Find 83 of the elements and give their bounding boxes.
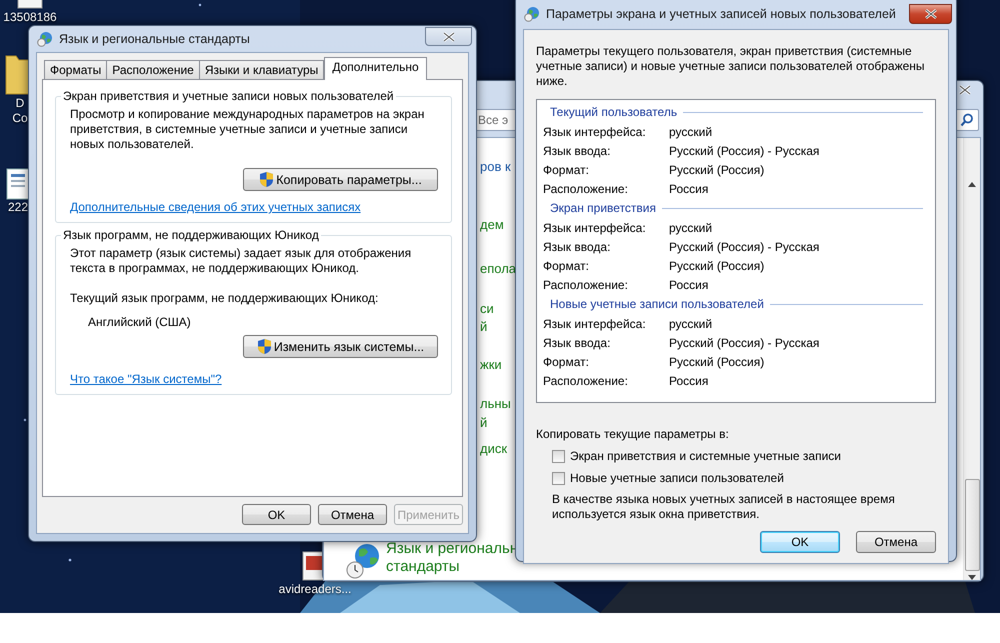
icon-label: avidreaders... bbox=[278, 582, 352, 597]
setting-label: Язык интерфейса: bbox=[543, 124, 647, 138]
link-text[interactable]: диск bbox=[480, 440, 508, 458]
globe-icon bbox=[524, 6, 540, 22]
link-text[interactable]: льны bbox=[480, 395, 511, 413]
command-button[interactable]: Копировать параметры... bbox=[243, 168, 438, 191]
setting-label: Формат: bbox=[543, 258, 590, 272]
link-text[interactable]: жки bbox=[480, 356, 502, 374]
shield-icon bbox=[259, 171, 274, 188]
section-heading: Новые учетные записи пользователей bbox=[550, 297, 764, 311]
setting-value: русский bbox=[669, 220, 712, 234]
note-text: В качестве языка новых учетных записей в настоящее время используется язык окна приветствия. bbox=[552, 492, 896, 522]
description-text: Просмотр и копирование международных параметров на экран приветствия, в системные учетные записи и учетные записи новых пользователей. bbox=[70, 107, 426, 152]
setting-value: русский bbox=[669, 316, 712, 330]
dialog-button[interactable]: Отмена bbox=[856, 531, 936, 553]
setting-label: Расположение: bbox=[543, 374, 629, 388]
command-button[interactable]: Изменить язык системы... bbox=[243, 335, 438, 358]
setting-value: Русский (Россия) bbox=[669, 162, 764, 176]
description-text: Параметры текущего пользователя, экран приветствия (системные учетные записи) и новые учетные записи пользователей отображены ниже. bbox=[536, 44, 926, 89]
tab[interactable]: Языки и клавиатуры bbox=[198, 60, 324, 80]
close-icon bbox=[924, 9, 936, 19]
setting-value: Русский (Россия) - Русская bbox=[669, 144, 820, 158]
copy-label: Копировать текущие параметры в: bbox=[536, 427, 730, 441]
setting-value: Россия bbox=[669, 182, 708, 196]
group-title: Экран приветствия и учетные записи новых пользователей bbox=[61, 89, 396, 103]
setting-label: Язык интерфейса: bbox=[543, 220, 647, 234]
dialog-button[interactable]: OK bbox=[242, 504, 311, 525]
close-button[interactable] bbox=[909, 4, 952, 24]
globe-icon bbox=[37, 31, 53, 47]
setting-label: Расположение: bbox=[543, 182, 629, 196]
setting-value: Русский (Россия) - Русская bbox=[669, 240, 820, 254]
window-title: Параметры экрана и учетных записей новых пользователей bbox=[546, 7, 896, 21]
scroll-up-icon bbox=[968, 182, 976, 187]
scrollbar[interactable] bbox=[963, 138, 980, 580]
tab[interactable]: Форматы bbox=[44, 60, 108, 80]
close-icon bbox=[959, 85, 971, 95]
checkbox[interactable] bbox=[552, 450, 565, 462]
link-text[interactable]: епола bbox=[480, 260, 516, 278]
setting-value: Русский (Россия) bbox=[669, 258, 764, 272]
dialog-button[interactable]: Отмена bbox=[318, 504, 387, 525]
setting-value: Россия bbox=[669, 374, 708, 388]
setting-value: русский bbox=[669, 124, 712, 138]
setting-label: Формат: bbox=[543, 162, 590, 176]
scroll-thumb[interactable] bbox=[964, 479, 980, 571]
close-button[interactable] bbox=[425, 27, 472, 46]
window-title: Язык и региональные стандарты bbox=[59, 32, 250, 46]
description-text: Этот параметр (язык системы) задает язык для отображения текста в программах, не поддерживающих Юникод. bbox=[70, 246, 412, 276]
tab[interactable]: Расположение bbox=[106, 60, 200, 80]
setting-value: Русский (Россия) - Русская bbox=[669, 336, 820, 350]
section-heading: Экран приветствия bbox=[550, 201, 656, 215]
setting-label: Язык интерфейса: bbox=[543, 316, 647, 330]
icon-label: 13508186 bbox=[3, 10, 57, 25]
link-text[interactable]: й bbox=[480, 318, 488, 336]
setting-label: Язык ввода: bbox=[543, 144, 612, 158]
link-text[interactable]: дем bbox=[480, 216, 504, 234]
link-text[interactable]: си bbox=[480, 300, 494, 318]
link-text[interactable]: Язык и региональн стандарты bbox=[386, 540, 518, 576]
setting-value: Русский (Россия) bbox=[669, 354, 764, 368]
checkbox-label[interactable]: Новые учетные записи пользователей bbox=[570, 471, 784, 485]
shield-icon bbox=[256, 338, 272, 355]
section-heading: Текущий пользователь bbox=[550, 105, 678, 119]
current-label: Текущий язык программ, не поддерживающих Юникод: bbox=[70, 291, 380, 305]
link-text[interactable]: й bbox=[480, 414, 488, 432]
checkbox[interactable] bbox=[552, 472, 565, 484]
setting-label: Язык ввода: bbox=[543, 336, 612, 350]
close-icon bbox=[442, 32, 454, 42]
scroll-down-icon bbox=[968, 575, 976, 580]
search-icon bbox=[960, 113, 974, 127]
group-title: Язык программ, не поддерживающих Юникод bbox=[61, 228, 321, 242]
setting-value: Россия bbox=[669, 278, 708, 292]
dialog-button[interactable]: OK bbox=[760, 531, 840, 553]
checkbox-label[interactable]: Экран приветствия и системные учетные записи bbox=[570, 449, 841, 463]
setting-label: Формат: bbox=[543, 354, 590, 368]
help-link[interactable]: Дополнительные сведения об этих учетных записях bbox=[70, 200, 361, 214]
help-link[interactable]: Что такое "Язык системы"? bbox=[70, 372, 222, 386]
icon-label: D bbox=[16, 96, 24, 111]
current-value: Английский (США) bbox=[88, 315, 192, 329]
link-text[interactable]: ров к bbox=[480, 158, 511, 176]
icon-label: Co bbox=[12, 111, 28, 126]
icon-label: 222 bbox=[8, 200, 28, 215]
setting-label: Расположение: bbox=[543, 278, 629, 292]
setting-label: Язык ввода: bbox=[543, 240, 612, 254]
tab[interactable]: Дополнительно bbox=[324, 57, 427, 80]
